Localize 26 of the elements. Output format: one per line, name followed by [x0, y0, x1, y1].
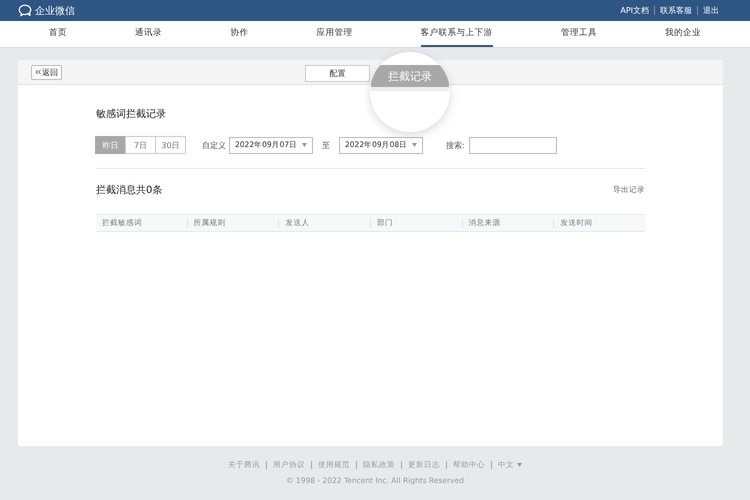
- logo-text: 企业微信: [35, 4, 75, 18]
- nav-tab[interactable]: 管理工具: [560, 21, 597, 47]
- tab[interactable]: 配置: [305, 65, 370, 82]
- nav-tab[interactable]: 客户联系与上下游: [420, 21, 493, 47]
- count-title: 拦截消息共0条: [96, 184, 162, 197]
- double-chevron-icon: [35, 68, 41, 74]
- nav-tab[interactable]: 首页: [49, 21, 68, 47]
- range-button[interactable]: 7日: [125, 136, 156, 154]
- nav-tab[interactable]: 我的企业: [664, 21, 701, 47]
- nav-tab[interactable]: 协作: [230, 21, 248, 47]
- caret-icon: [517, 463, 522, 467]
- header-link[interactable]: 联系客服: [655, 5, 697, 16]
- caret-icon: [412, 143, 417, 147]
- nav-tab[interactable]: 应用管理: [316, 21, 352, 47]
- back-button[interactable]: 返回: [31, 64, 62, 80]
- custom-label: 自定义: [202, 140, 226, 150]
- search-field[interactable]: [468, 136, 557, 154]
- nav-tab[interactable]: 通讯录: [135, 21, 162, 47]
- search-label: 搜索:: [446, 140, 465, 150]
- header-link[interactable]: 退出: [698, 5, 724, 16]
- range-button[interactable]: 30日: [155, 136, 186, 154]
- chat-bubble-icon: [18, 4, 32, 17]
- to-label: 至: [322, 140, 330, 150]
- caret-icon: [302, 143, 307, 147]
- section-title: 敏感词拦截记录: [96, 108, 167, 121]
- header-link[interactable]: API文档: [615, 5, 654, 16]
